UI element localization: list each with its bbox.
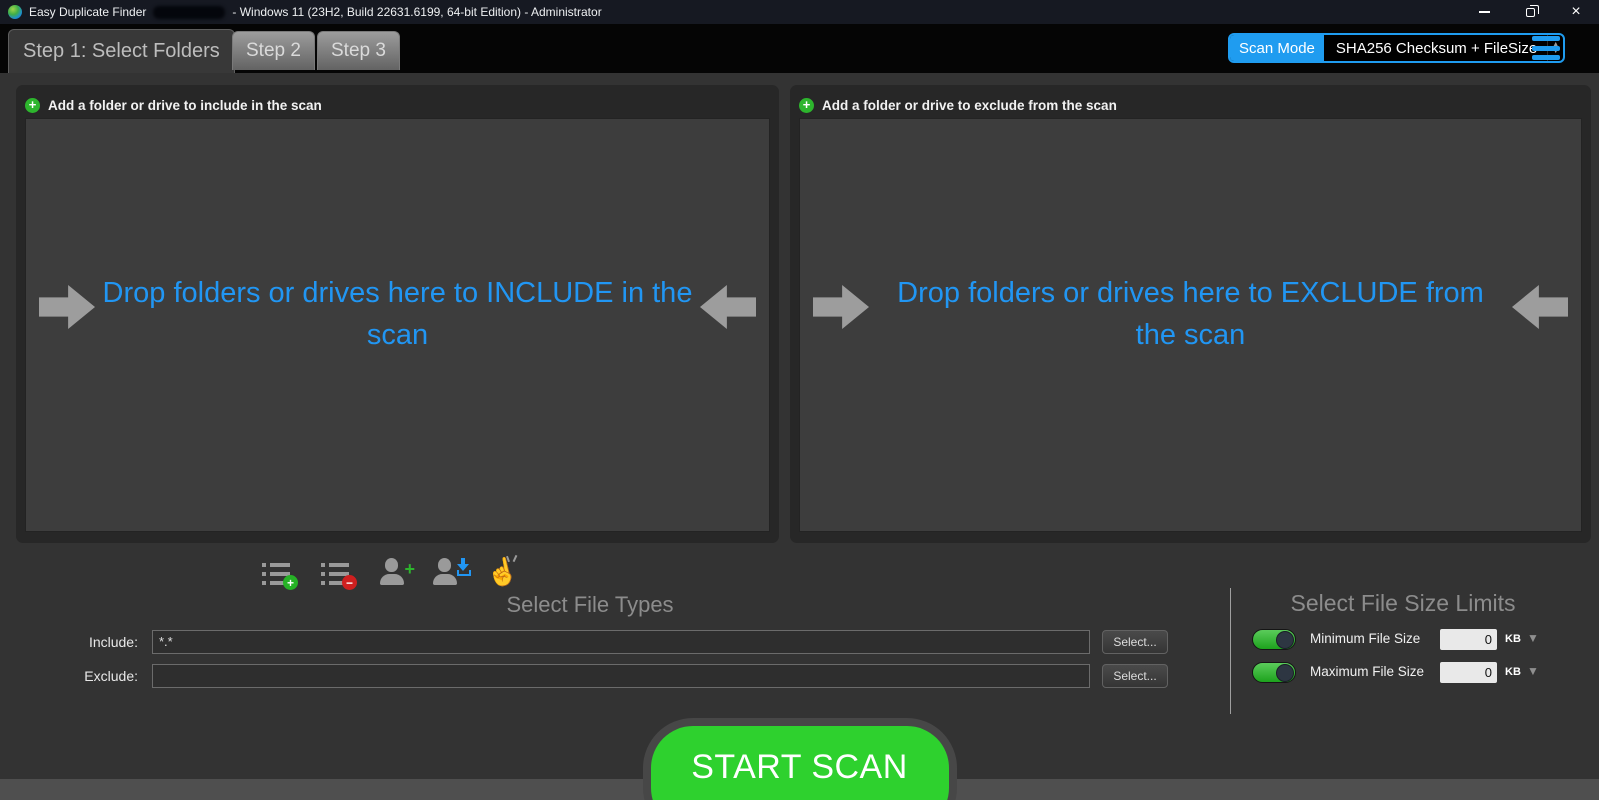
window-controls: × xyxy=(1461,0,1599,24)
close-button[interactable]: × xyxy=(1553,0,1599,24)
add-folder-list-button[interactable]: + xyxy=(262,563,292,585)
scan-mode-value[interactable]: SHA256 Checksum + FileSize xyxy=(1324,35,1547,61)
add-profile-button[interactable]: + xyxy=(380,558,404,585)
restore-icon xyxy=(1526,8,1535,17)
min-size-input[interactable] xyxy=(1440,629,1497,650)
scan-mode-control[interactable]: Scan Mode SHA256 Checksum + FileSize ▲ ▼ xyxy=(1228,33,1565,63)
file-size-title: Select File Size Limits xyxy=(1238,590,1568,617)
scan-mode-label: Scan Mode xyxy=(1230,35,1324,61)
titlebar: Easy Duplicate Finder - Windows 11 (23H2… xyxy=(0,0,1599,24)
include-types-select-button[interactable]: Select... xyxy=(1102,630,1168,654)
include-panel: + Add a folder or drive to include in th… xyxy=(16,85,779,543)
tab-step1-select-folders[interactable]: Step 1: Select Folders xyxy=(8,29,235,73)
window-title-app-name: Easy Duplicate Finder xyxy=(29,5,146,19)
minus-badge-icon: − xyxy=(342,575,357,590)
toggle-knob xyxy=(1276,664,1294,682)
exclude-drop-text: Drop folders or drives here to EXCLUDE f… xyxy=(878,272,1503,356)
restore-button[interactable] xyxy=(1507,0,1553,24)
remove-folder-list-button[interactable]: − xyxy=(321,563,351,585)
person-icon xyxy=(433,558,457,585)
max-size-label: Maximum File Size xyxy=(1310,664,1424,679)
include-drop-text: Drop folders or drives here to INCLUDE i… xyxy=(75,272,720,356)
add-include-folder-button[interactable]: + Add a folder or drive to include in th… xyxy=(25,92,770,118)
folder-list-toolbar: + − + ☝ xyxy=(262,547,518,585)
person-icon xyxy=(380,558,404,585)
plus-badge-icon: + xyxy=(283,575,298,590)
min-size-unit: KB xyxy=(1505,633,1521,645)
add-green-plus-icon: + xyxy=(25,98,40,113)
max-size-unit-dropdown-icon[interactable]: ▼ xyxy=(1527,664,1539,678)
start-scan-label: START SCAN xyxy=(691,748,908,787)
include-types-input[interactable] xyxy=(152,630,1090,654)
include-drop-zone[interactable]: Drop folders or drives here to INCLUDE i… xyxy=(25,118,770,532)
hamburger-bar xyxy=(1532,36,1560,41)
exclude-panel: + Add a folder or drive to exclude from … xyxy=(790,85,1591,543)
menu-button[interactable] xyxy=(1532,36,1560,60)
include-panel-title: Add a folder or drive to include in the … xyxy=(48,98,322,113)
tab-step3[interactable]: Step 3 xyxy=(317,31,400,70)
exclude-panel-title: Add a folder or drive to exclude from th… xyxy=(822,98,1117,113)
max-size-input[interactable] xyxy=(1440,662,1497,683)
include-types-label: Include: xyxy=(0,634,145,650)
max-size-unit: KB xyxy=(1505,666,1521,678)
close-icon: × xyxy=(1571,4,1580,20)
exclude-types-label: Exclude: xyxy=(0,668,145,684)
tab-step2[interactable]: Step 2 xyxy=(232,31,315,70)
min-size-toggle[interactable] xyxy=(1252,629,1296,650)
snap-fingers-icon: ☝ xyxy=(484,556,521,588)
file-types-title: Select File Types xyxy=(0,592,1180,618)
minimize-button[interactable] xyxy=(1461,0,1507,24)
arrow-right-icon xyxy=(813,285,869,329)
hamburger-bar xyxy=(1532,46,1560,51)
download-tray-icon xyxy=(457,570,471,576)
exclude-drop-zone[interactable]: Drop folders or drives here to EXCLUDE f… xyxy=(799,118,1582,532)
window-title-suffix: - Windows 11 (23H2, Build 22631.6199, 64… xyxy=(232,5,601,19)
max-file-size-row: Maximum File Size KB ▼ xyxy=(1230,661,1599,685)
add-exclude-folder-button[interactable]: + Add a folder or drive to exclude from … xyxy=(799,92,1582,118)
toggle-knob xyxy=(1276,631,1294,649)
start-scan-button[interactable]: START SCAN xyxy=(643,718,957,800)
minimize-icon xyxy=(1479,11,1490,13)
load-profile-button[interactable] xyxy=(433,558,457,585)
include-types-row: Include: Select... xyxy=(0,629,1210,654)
min-file-size-row: Minimum File Size KB ▼ xyxy=(1230,628,1599,652)
arrow-left-icon xyxy=(1512,285,1568,329)
quick-wizard-button[interactable]: ☝ xyxy=(486,559,518,585)
min-size-unit-dropdown-icon[interactable]: ▼ xyxy=(1527,631,1539,645)
add-green-plus-icon: + xyxy=(799,98,814,113)
exclude-types-select-button[interactable]: Select... xyxy=(1102,664,1168,688)
max-size-toggle[interactable] xyxy=(1252,662,1296,683)
main-content: + Add a folder or drive to include in th… xyxy=(0,73,1599,800)
app-logo-icon xyxy=(8,5,22,19)
hamburger-bar xyxy=(1532,55,1560,60)
exclude-types-row: Exclude: Select... xyxy=(0,663,1210,688)
min-size-label: Minimum File Size xyxy=(1310,631,1420,646)
tab-bar: Step 1: Select Folders Step 2 Step 3 Sca… xyxy=(0,24,1599,73)
plus-icon: + xyxy=(404,560,415,578)
exclude-types-input[interactable] xyxy=(152,664,1090,688)
redacted-text xyxy=(153,6,225,19)
